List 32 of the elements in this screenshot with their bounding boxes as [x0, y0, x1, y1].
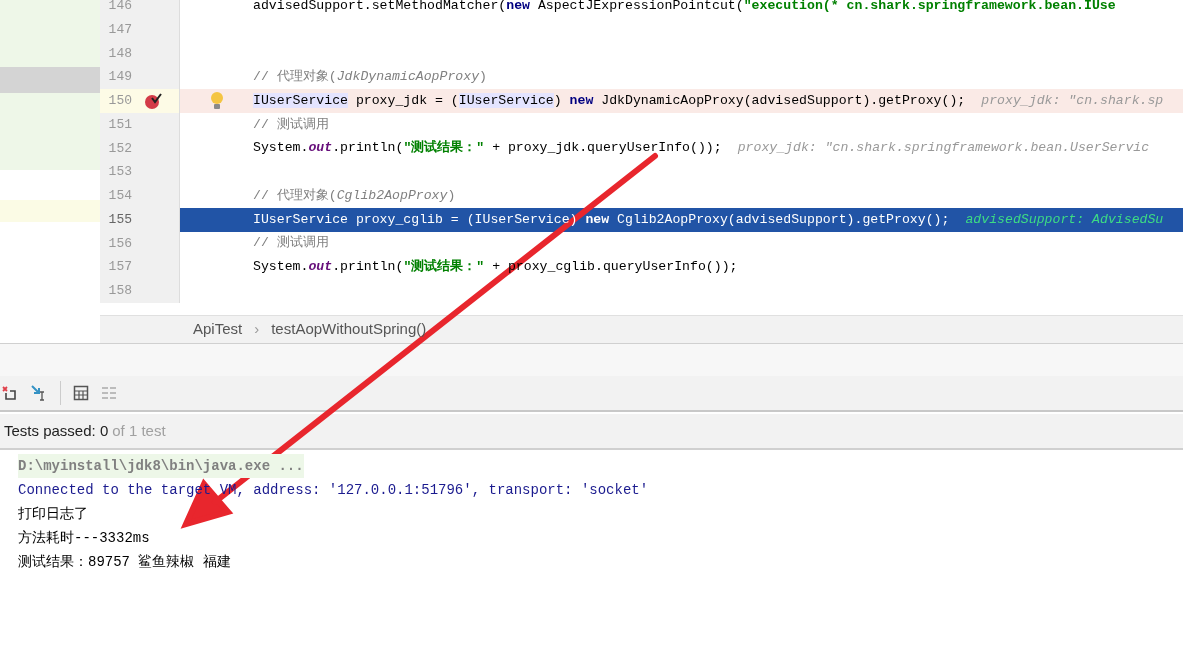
code-text: // 代理对象(JdkDynamicAopProxy) — [253, 68, 488, 87]
rerun-failed-icon[interactable] — [2, 385, 18, 401]
code-text: // 代理对象(Cglib2AopProxy) — [253, 186, 456, 205]
lightbulb-icon[interactable] — [209, 91, 224, 110]
code-text: // 测试调用 — [253, 115, 329, 134]
line-number: 149 — [107, 68, 132, 87]
line-number: 155 — [107, 210, 132, 229]
line-number: 157 — [107, 258, 132, 277]
line-number: 152 — [107, 139, 132, 158]
breadcrumb-item[interactable]: testAopWithoutSpring() — [271, 318, 427, 341]
breakpoint-icon[interactable] — [144, 91, 162, 110]
code-text: IUserService proxy_jdk = (IUserService) new JdkDynamicAopProxy(advisedSupport).getProxy(); proxy_jdk: "cn.shark.sp — [253, 91, 1164, 110]
console-line: 打印日志了 — [18, 505, 88, 524]
console-line: 方法耗时---3332ms — [18, 529, 150, 548]
calculator-icon[interactable] — [73, 385, 89, 401]
console-line: 测试结果：89757 鲨鱼辣椒 福建 — [18, 553, 231, 572]
breadcrumb-item[interactable]: ApiTest — [193, 318, 243, 341]
line-number: 150 — [107, 92, 132, 111]
breadcrumb-separator: › — [254, 319, 260, 340]
code-text: System.out.println("测试结果：" + proxy_jdk.queryUserInfo()); proxy_jdk: "cn.shark.springframework.bean.UserServic — [253, 139, 1150, 158]
test-status-detail: of 1 test — [112, 420, 166, 441]
line-number: 146 — [107, 0, 132, 16]
line-number: 156 — [107, 234, 132, 253]
code-text: // 测试调用 — [253, 234, 329, 253]
line-number: 153 — [107, 163, 132, 182]
line-number: 154 — [107, 187, 132, 206]
line-number: 151 — [107, 115, 132, 134]
test-status-label: Tests passed: 0 — [4, 420, 109, 441]
line-number: 147 — [107, 20, 132, 39]
line-number: 158 — [107, 282, 132, 301]
code-text: advisedSupport.setMethodMatcher(new AspectJExpressionPointcut("execution(* cn.shark.springframework.bean.IUse — [253, 0, 1116, 15]
line-number: 148 — [107, 44, 132, 63]
